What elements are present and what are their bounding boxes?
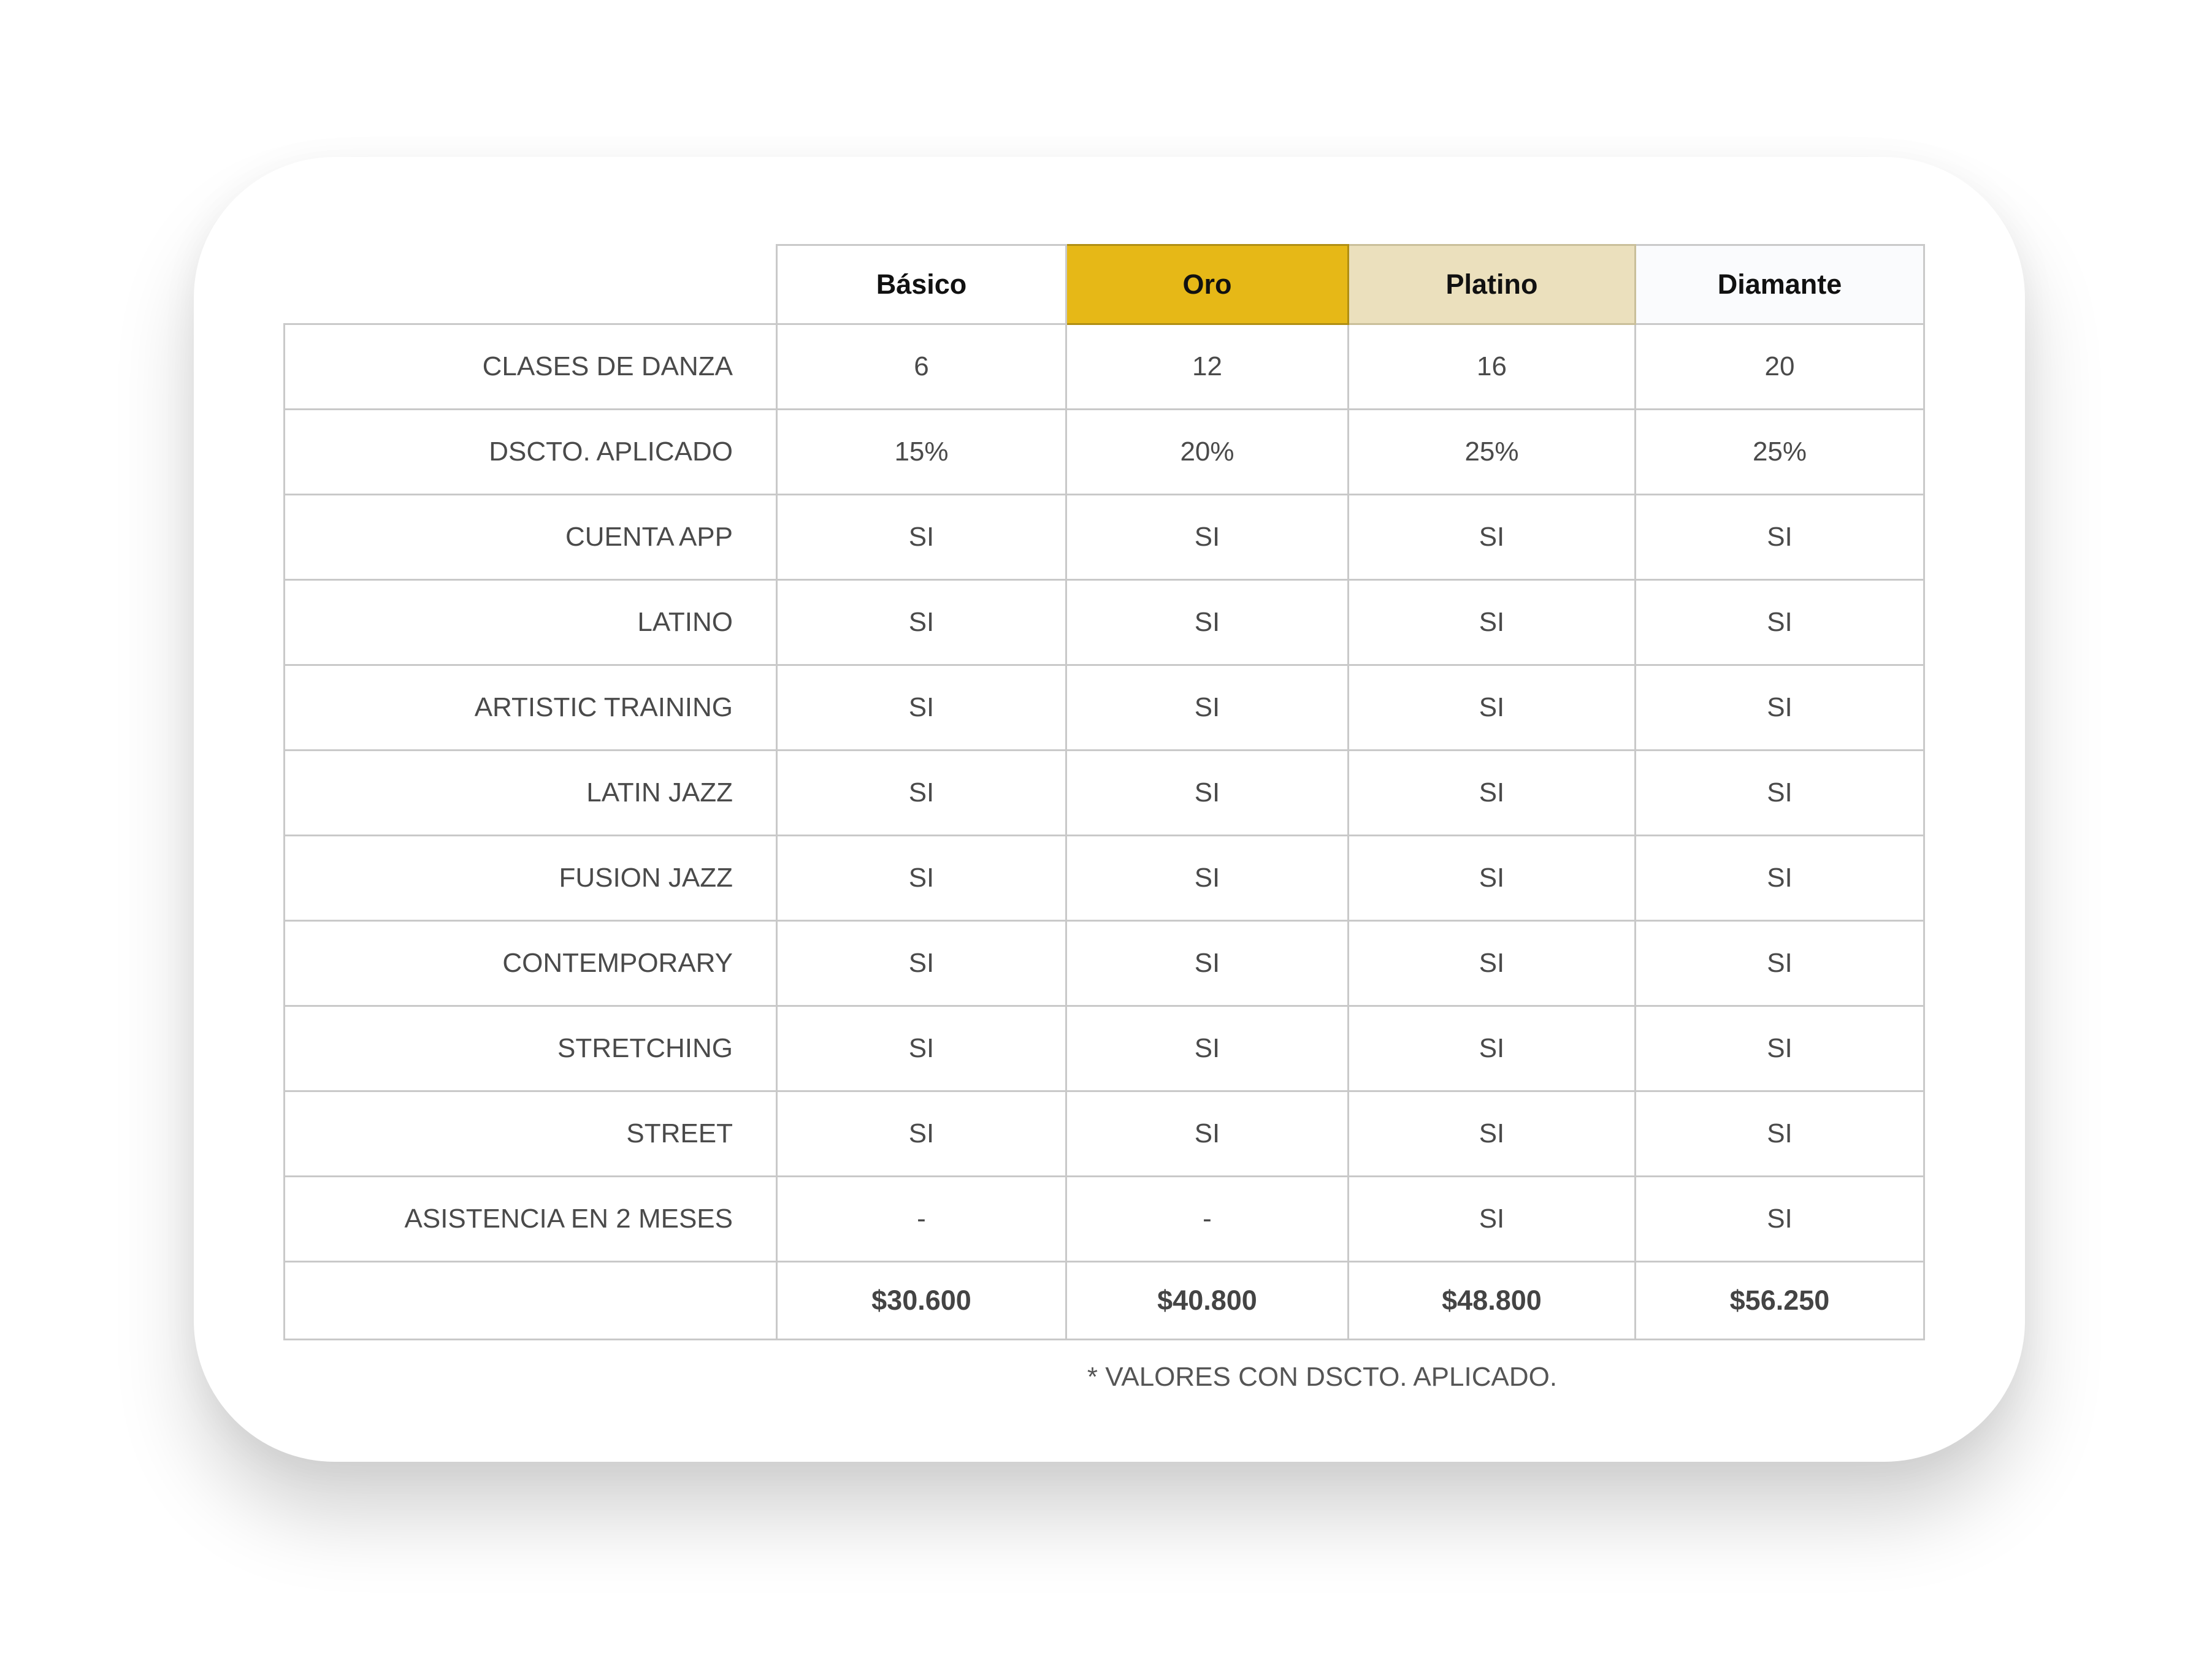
table-cell: SI <box>1634 749 1925 836</box>
row-label: ASISTENCIA EN 2 MESES <box>283 1175 778 1263</box>
header-corner <box>284 245 778 325</box>
table-cell: SI <box>1634 1175 1925 1263</box>
table-cell: SI <box>1065 920 1349 1007</box>
table-cell: 20% <box>1065 408 1349 495</box>
table-cell: SI <box>1634 494 1925 581</box>
table-cell: SI <box>1347 664 1636 751</box>
table-cell: SI <box>776 664 1067 751</box>
table-cell: SI <box>1347 494 1636 581</box>
price-row: $30.600 $40.800 $48.800 $56.250 <box>283 1261 1925 1340</box>
price-platino: $48.800 <box>1347 1261 1636 1340</box>
table-cell: SI <box>1065 494 1349 581</box>
row-label: STRETCHING <box>283 1005 778 1092</box>
pricing-card: Básico Oro Platino Diamante CLASES DE DA… <box>194 157 2025 1462</box>
price-basico: $30.600 <box>776 1261 1067 1340</box>
footnote: * VALORES CON DSCTO. APLICADO. <box>1087 1362 1558 1392</box>
plan-header-diamante: Diamante <box>1634 244 1925 325</box>
table-row: LATIN JAZZ SI SI SI SI <box>283 749 1925 836</box>
row-label: CLASES DE DANZA <box>283 323 778 410</box>
price-row-label <box>283 1261 778 1340</box>
table-cell: SI <box>776 1005 1067 1092</box>
table-cell: SI <box>1065 1005 1349 1092</box>
table-cell: SI <box>1634 664 1925 751</box>
table-cell: SI <box>1347 920 1636 1007</box>
table-cell: SI <box>1634 579 1925 666</box>
plan-header-basico: Básico <box>776 244 1067 325</box>
row-label: CUENTA APP <box>283 494 778 581</box>
table-cell: SI <box>1634 1005 1925 1092</box>
table-cell: SI <box>1634 920 1925 1007</box>
table-cell: SI <box>1065 579 1349 666</box>
table-cell: 25% <box>1347 408 1636 495</box>
table-row: LATINO SI SI SI SI <box>283 579 1925 666</box>
table-row: CLASES DE DANZA 6 12 16 20 <box>283 323 1925 410</box>
row-label: DSCTO. APLICADO <box>283 408 778 495</box>
table-cell: SI <box>1065 835 1349 922</box>
table-cell: SI <box>776 749 1067 836</box>
table-row: ARTISTIC TRAINING SI SI SI SI <box>283 664 1925 751</box>
row-label: ARTISTIC TRAINING <box>283 664 778 751</box>
table-cell: SI <box>776 920 1067 1007</box>
table-cell: SI <box>1347 1005 1636 1092</box>
plan-header-platino: Platino <box>1347 244 1636 325</box>
table-cell: SI <box>776 579 1067 666</box>
table-row: CUENTA APP SI SI SI SI <box>283 494 1925 581</box>
table-cell: SI <box>776 835 1067 922</box>
row-label: CONTEMPORARY <box>283 920 778 1007</box>
table-cell: SI <box>1347 579 1636 666</box>
plan-header-oro: Oro <box>1065 244 1349 325</box>
row-label: FUSION JAZZ <box>283 835 778 922</box>
table-cell: SI <box>1347 1090 1636 1177</box>
price-diamante: $56.250 <box>1634 1261 1925 1340</box>
table-row: STRETCHING SI SI SI SI <box>283 1005 1925 1092</box>
table-cell: SI <box>1065 664 1349 751</box>
table-cell: 16 <box>1347 323 1636 410</box>
row-label: LATIN JAZZ <box>283 749 778 836</box>
table-row: DSCTO. APLICADO 15% 20% 25% 25% <box>283 408 1925 495</box>
table-cell: SI <box>1347 1175 1636 1263</box>
table-row: FUSION JAZZ SI SI SI SI <box>283 835 1925 922</box>
price-oro: $40.800 <box>1065 1261 1349 1340</box>
table-cell: SI <box>1065 1090 1349 1177</box>
table-cell: SI <box>1347 835 1636 922</box>
table-cell: 25% <box>1634 408 1925 495</box>
pricing-table: Básico Oro Platino Diamante CLASES DE DA… <box>283 244 1925 1340</box>
table-cell: SI <box>1634 835 1925 922</box>
table-cell: SI <box>1347 749 1636 836</box>
table-cell: SI <box>776 1090 1067 1177</box>
row-label: STREET <box>283 1090 778 1177</box>
header-row: Básico Oro Platino Diamante <box>284 244 1925 325</box>
table-cell: SI <box>776 494 1067 581</box>
table-cell: 12 <box>1065 323 1349 410</box>
table-row: STREET SI SI SI SI <box>283 1090 1925 1177</box>
table-cell: 6 <box>776 323 1067 410</box>
table-row: ASISTENCIA EN 2 MESES - - SI SI <box>283 1175 1925 1263</box>
table-cell: - <box>1065 1175 1349 1263</box>
table-cell: 20 <box>1634 323 1925 410</box>
table-cell: SI <box>1634 1090 1925 1177</box>
table-cell: SI <box>1065 749 1349 836</box>
table-cell: - <box>776 1175 1067 1263</box>
row-label: LATINO <box>283 579 778 666</box>
table-row: CONTEMPORARY SI SI SI SI <box>283 920 1925 1007</box>
table-cell: 15% <box>776 408 1067 495</box>
